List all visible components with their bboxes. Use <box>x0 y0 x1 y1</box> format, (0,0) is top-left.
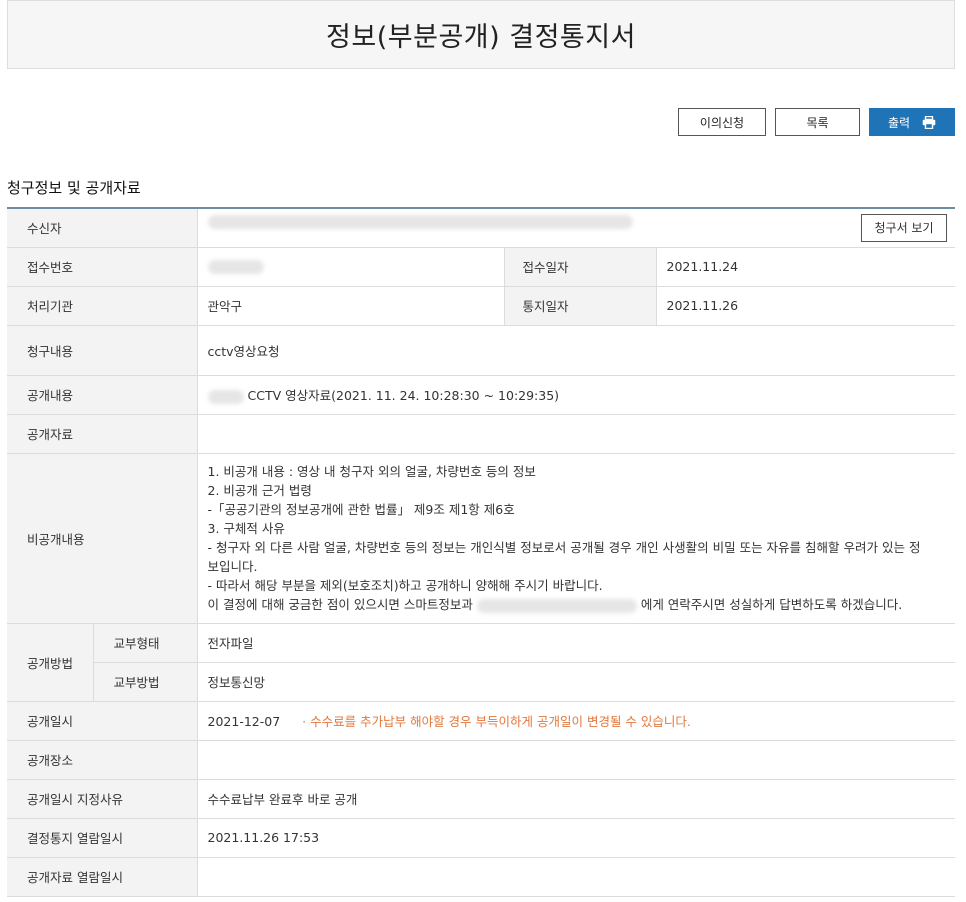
page-title: 정보(부분공개) 결정통지서 <box>326 22 636 53</box>
row-material-viewed: 공개자료 열람일시 <box>7 857 956 897</box>
decision-viewed-label: 결정통지 열람일시 <box>7 818 198 858</box>
receipt-no-redacted <box>207 260 264 275</box>
row-method-delivery: 교부방법 정보통신망 <box>7 662 956 702</box>
row-disclosure-datetime: 공개일시 2021-12-07 · 수수료를 추가납부 해야할 경우 부득이하게 … <box>7 701 956 741</box>
notice-date-value: 2021.11.26 <box>655 286 956 326</box>
decision-viewed-value: 2021.11.26 17:53 <box>196 818 956 858</box>
disclosure-content-label: 공개내용 <box>7 375 198 415</box>
contact-suffix: 에게 연락주시면 성실하게 답변하도록 하겠습니다. <box>640 597 903 612</box>
receipt-date-label: 접수일자 <box>503 247 657 287</box>
disclosure-content-cell: CCTV 영상자료(2021. 11. 24. 10:28:30 ~ 10:29… <box>196 375 956 415</box>
delivery-method-label: 교부방법 <box>92 662 198 702</box>
view-request-button[interactable]: 청구서 보기 <box>861 213 948 242</box>
disclosure-datetime-cell: 2021-12-07 · 수수료를 추가납부 해야할 경우 부득이하게 공개일이 … <box>196 701 956 741</box>
request-info-table: 수신자 청구서 보기 접수번호 접수일자 2021.11.24 처리기관 관악구… <box>7 207 956 897</box>
request-content-value: cctv영상요청 <box>196 325 956 376</box>
row-receipt: 접수번호 접수일자 2021.11.24 <box>7 247 956 287</box>
receipt-no-value <box>196 247 505 287</box>
row-disclosure-place: 공개장소 <box>7 740 956 780</box>
nondisclosure-line: - 따라서 해당 부분을 제외(보호조치)하고 공개하니 양해해 주시기 바랍니… <box>207 578 603 593</box>
disclosure-material-label: 공개자료 <box>7 414 198 454</box>
disclosure-datetime-label: 공개일시 <box>7 701 198 741</box>
list-button[interactable]: 목록 <box>775 108 860 136</box>
datetime-reason-value: 수수료납부 완료후 바로 공개 <box>196 779 956 819</box>
contact-redacted <box>476 598 637 613</box>
nondisclosure-value: 1. 비공개 내용 : 영상 내 청구자 외의 얼굴, 차량번호 등의 정보 2… <box>196 453 956 624</box>
nondisclosure-line: 2. 비공개 근거 법령 <box>207 483 312 498</box>
nondisclosure-line: 1. 비공개 내용 : 영상 내 청구자 외의 얼굴, 차량번호 등의 정보 <box>207 464 536 479</box>
notice-date-label: 통지일자 <box>503 286 657 326</box>
agency-label: 처리기관 <box>7 286 198 326</box>
print-button-label: 출력 <box>887 115 911 130</box>
row-decision-viewed: 결정통지 열람일시 2021.11.26 17:53 <box>7 818 956 858</box>
row-nondisclosure: 비공개내용 1. 비공개 내용 : 영상 내 청구자 외의 얼굴, 차량번호 등… <box>7 453 956 624</box>
material-viewed-label: 공개자료 열람일시 <box>7 857 198 897</box>
method-label: 공개방법 <box>7 623 93 702</box>
fee-notice: · 수수료를 추가납부 해야할 경우 부득이하게 공개일이 변경될 수 있습니다… <box>302 714 691 729</box>
title-box: 정보(부분공개) 결정통지서 <box>7 0 955 69</box>
objection-button[interactable]: 이의신청 <box>678 108 766 136</box>
row-datetime-reason: 공개일시 지정사유 수수료납부 완료후 바로 공개 <box>7 779 956 819</box>
nondisclosure-line: -「공공기관의 정보공개에 관한 법률」 제9조 제1항 제6호 <box>207 502 515 517</box>
disclosure-place-value <box>196 740 956 780</box>
datetime-reason-label: 공개일시 지정사유 <box>7 779 198 819</box>
disclosure-place-label: 공개장소 <box>7 740 198 780</box>
nondisclosure-contact-line: 이 결정에 대해 궁금한 점이 있으시면 스마트정보과 에게 연락주시면 성실하… <box>208 595 946 614</box>
row-request-content: 청구내용 cctv영상요청 <box>7 325 956 376</box>
request-content-label: 청구내용 <box>7 325 198 376</box>
nondisclosure-line: 3. 구체적 사유 <box>207 521 285 536</box>
material-viewed-value <box>196 857 956 897</box>
row-recipient: 수신자 청구서 보기 <box>7 208 956 248</box>
contact-prefix: 이 결정에 대해 궁금한 점이 있으시면 스마트정보과 <box>207 597 473 612</box>
row-agency: 처리기관 관악구 통지일자 2021.11.26 <box>7 286 956 326</box>
receipt-date-value: 2021.11.24 <box>655 247 956 287</box>
delivery-type-label: 교부형태 <box>92 623 198 663</box>
print-button[interactable]: 출력 <box>869 108 955 136</box>
disclosure-datetime-value: 2021-12-07 <box>207 714 281 729</box>
delivery-type-value: 전자파일 <box>196 623 956 663</box>
printer-icon <box>922 115 936 129</box>
nondisclosure-line: 보입니다. <box>207 559 258 574</box>
row-method-type: 공개방법 교부형태 전자파일 <box>7 623 956 702</box>
row-disclosure-content: 공개내용 CCTV 영상자료(2021. 11. 24. 10:28:30 ~ … <box>7 375 956 415</box>
section-title: 청구정보 및 공개자료 <box>7 179 141 197</box>
row-disclosure-material: 공개자료 <box>7 414 956 454</box>
nondisclosure-label: 비공개내용 <box>7 453 198 624</box>
recipient-redacted <box>207 215 633 230</box>
action-buttons: 이의신청 목록 출력 <box>678 108 955 136</box>
nondisclosure-line: - 청구자 외 다른 사람 얼굴, 차량번호 등의 정보는 개인식별 정보로서 … <box>207 540 921 555</box>
disclosure-material-value <box>196 414 956 454</box>
agency-value: 관악구 <box>196 286 505 326</box>
recipient-label: 수신자 <box>7 208 198 248</box>
disclosure-content-value: CCTV 영상자료(2021. 11. 24. 10:28:30 ~ 10:29… <box>247 388 560 403</box>
disclosure-content-redacted <box>207 389 244 404</box>
delivery-method-value: 정보통신망 <box>196 662 956 702</box>
recipient-value: 청구서 보기 <box>196 208 956 248</box>
receipt-no-label: 접수번호 <box>7 247 198 287</box>
